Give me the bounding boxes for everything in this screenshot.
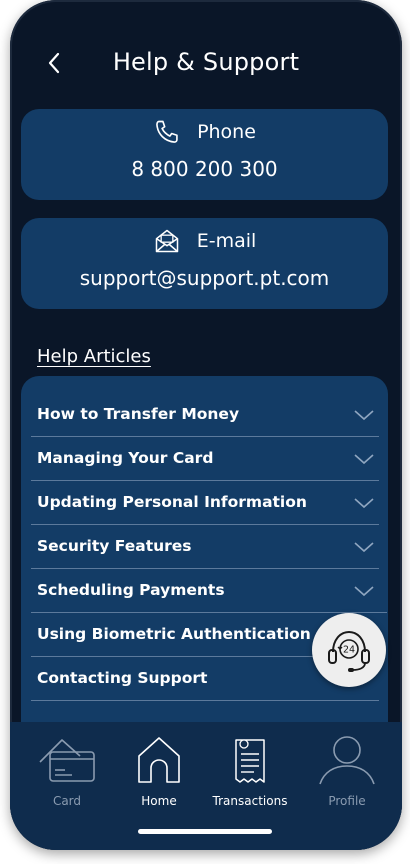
phone-frame: Help & Support Phone 8 800 200 300 E-mai… — [10, 0, 402, 850]
chevron-down-icon — [354, 498, 374, 509]
receipt-icon — [235, 739, 265, 783]
page-title: Help & Support — [112, 48, 300, 76]
nav-label-profile: Profile — [328, 794, 366, 808]
article-label: How to Transfer Money — [37, 405, 240, 423]
support-24-headset-icon: 24 — [328, 630, 370, 672]
email-card[interactable]: E-mail support@support.pt.com — [21, 218, 388, 309]
home-icon — [138, 737, 180, 783]
nav-item-card[interactable]: Card — [22, 732, 112, 812]
phone-card-title: Phone — [21, 118, 388, 146]
chevron-down-icon — [354, 542, 374, 553]
article-item[interactable]: How to Transfer Money — [31, 392, 379, 437]
nav-item-home[interactable]: Home — [114, 732, 204, 812]
chevron-down-icon — [354, 586, 374, 597]
article-label: Updating Personal Information — [37, 493, 307, 511]
email-card-title: E-mail — [21, 227, 388, 255]
email-icon — [155, 229, 178, 253]
email-label: E-mail — [196, 230, 257, 252]
home-indicator[interactable] — [138, 829, 272, 834]
phone-icon — [156, 120, 178, 143]
phone-number[interactable]: 8 800 200 300 — [21, 157, 388, 181]
header: Help & Support — [10, 40, 402, 86]
help-articles-title[interactable]: Help Articles — [37, 346, 151, 367]
chevron-down-icon — [354, 454, 374, 465]
article-label: Security Features — [37, 537, 192, 555]
nav-label-transactions: Transactions — [212, 794, 288, 808]
article-label: Managing Your Card — [37, 449, 214, 467]
support-badge-text: 24 — [343, 645, 355, 656]
email-address[interactable]: support@support.pt.com — [21, 266, 388, 290]
article-item[interactable]: Updating Personal Information — [31, 480, 379, 525]
article-label: Using Biometric Authentication — [37, 625, 311, 643]
chevron-down-icon — [354, 410, 374, 421]
phone-label: Phone — [197, 121, 256, 143]
article-item[interactable]: Security Features — [31, 524, 379, 569]
phone-card[interactable]: Phone 8 800 200 300 — [21, 109, 388, 200]
card-icon — [39, 739, 95, 782]
nav-label-card: Card — [52, 794, 82, 808]
article-label: Contacting Support — [37, 669, 208, 687]
nav-item-profile[interactable]: Profile — [302, 732, 392, 812]
profile-icon — [319, 736, 375, 785]
support-chat-button[interactable]: 24 — [312, 613, 386, 687]
nav-item-transactions[interactable]: Transactions — [205, 732, 295, 812]
nav-label-home: Home — [141, 794, 177, 808]
article-item[interactable]: Scheduling Payments — [31, 568, 387, 613]
article-item[interactable]: Managing Your Card — [31, 436, 379, 481]
article-label: Scheduling Payments — [37, 581, 225, 599]
